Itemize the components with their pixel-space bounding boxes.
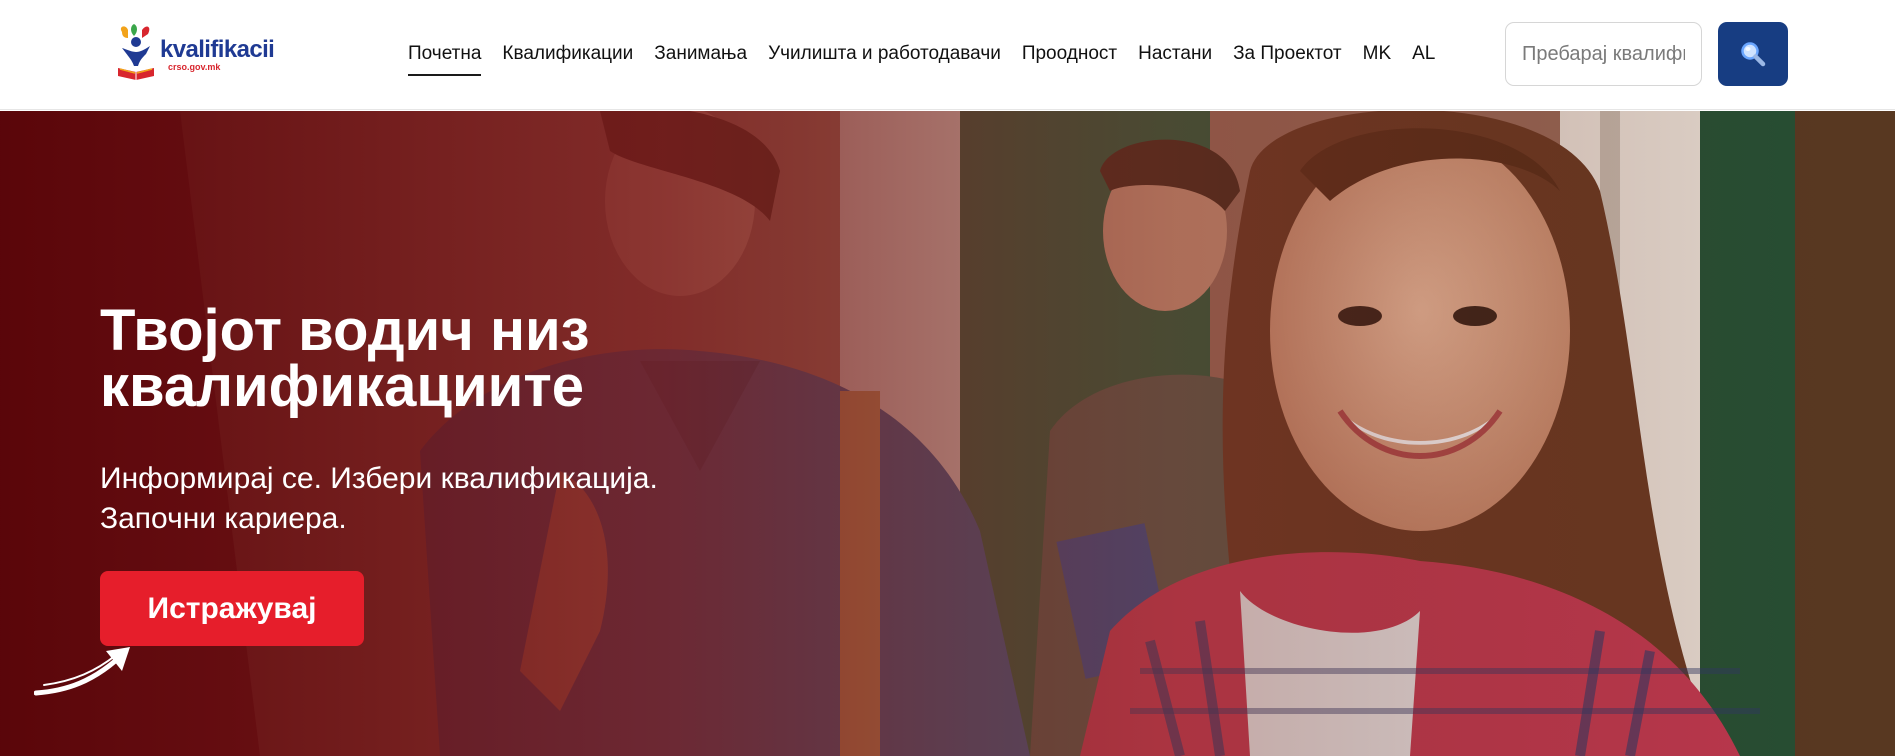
nav-item-qualifications[interactable]: Квалификации — [492, 41, 644, 71]
nav-item-home[interactable]: Почетна — [408, 41, 492, 76]
logo-domain: crso.gov.mk — [168, 62, 221, 72]
hero-title-line-2: квалификациите — [100, 354, 584, 419]
nav-item-schools-employers[interactable]: Училишта и работодавачи — [758, 41, 1012, 71]
lang-mk[interactable]: MK — [1352, 41, 1402, 71]
main-nav: Почетна Квалификации Занимања Училишта и… — [408, 41, 1446, 76]
nav-item-occupations[interactable]: Занимања — [644, 41, 758, 71]
hero-subtitle-line-1: Информирај се. Избери квалификација. — [100, 462, 658, 495]
lang-al[interactable]: AL — [1402, 41, 1446, 71]
search-icon — [1741, 42, 1766, 67]
site-header: kvalifikacii crso.gov.mk Почетна Квалифи… — [0, 0, 1895, 110]
search-input[interactable] — [1505, 22, 1702, 86]
hero-title: Твојот водич низ квалификациите — [100, 302, 800, 416]
explore-button[interactable]: Истражувај — [100, 571, 364, 646]
search-button[interactable] — [1718, 22, 1788, 86]
nav-item-events[interactable]: Настани — [1128, 41, 1223, 71]
hero-subtitle-line-2: Започни кариера. — [100, 502, 347, 535]
nav-item-about[interactable]: За Проектот — [1223, 41, 1353, 71]
nav-item-progression[interactable]: Проодност — [1011, 41, 1127, 71]
curved-arrow-icon — [34, 647, 130, 696]
logo-name: kvalifikacii — [160, 36, 275, 63]
hero-subtitle: Информирај се. Избери квалификација. Зап… — [100, 459, 740, 539]
logo-mark-icon — [118, 24, 154, 80]
hero-section: Твојот водич низ квалификациите Информир… — [0, 111, 1895, 756]
hero-background-image — [0, 111, 1895, 756]
site-logo[interactable]: kvalifikacii crso.gov.mk — [116, 24, 286, 84]
